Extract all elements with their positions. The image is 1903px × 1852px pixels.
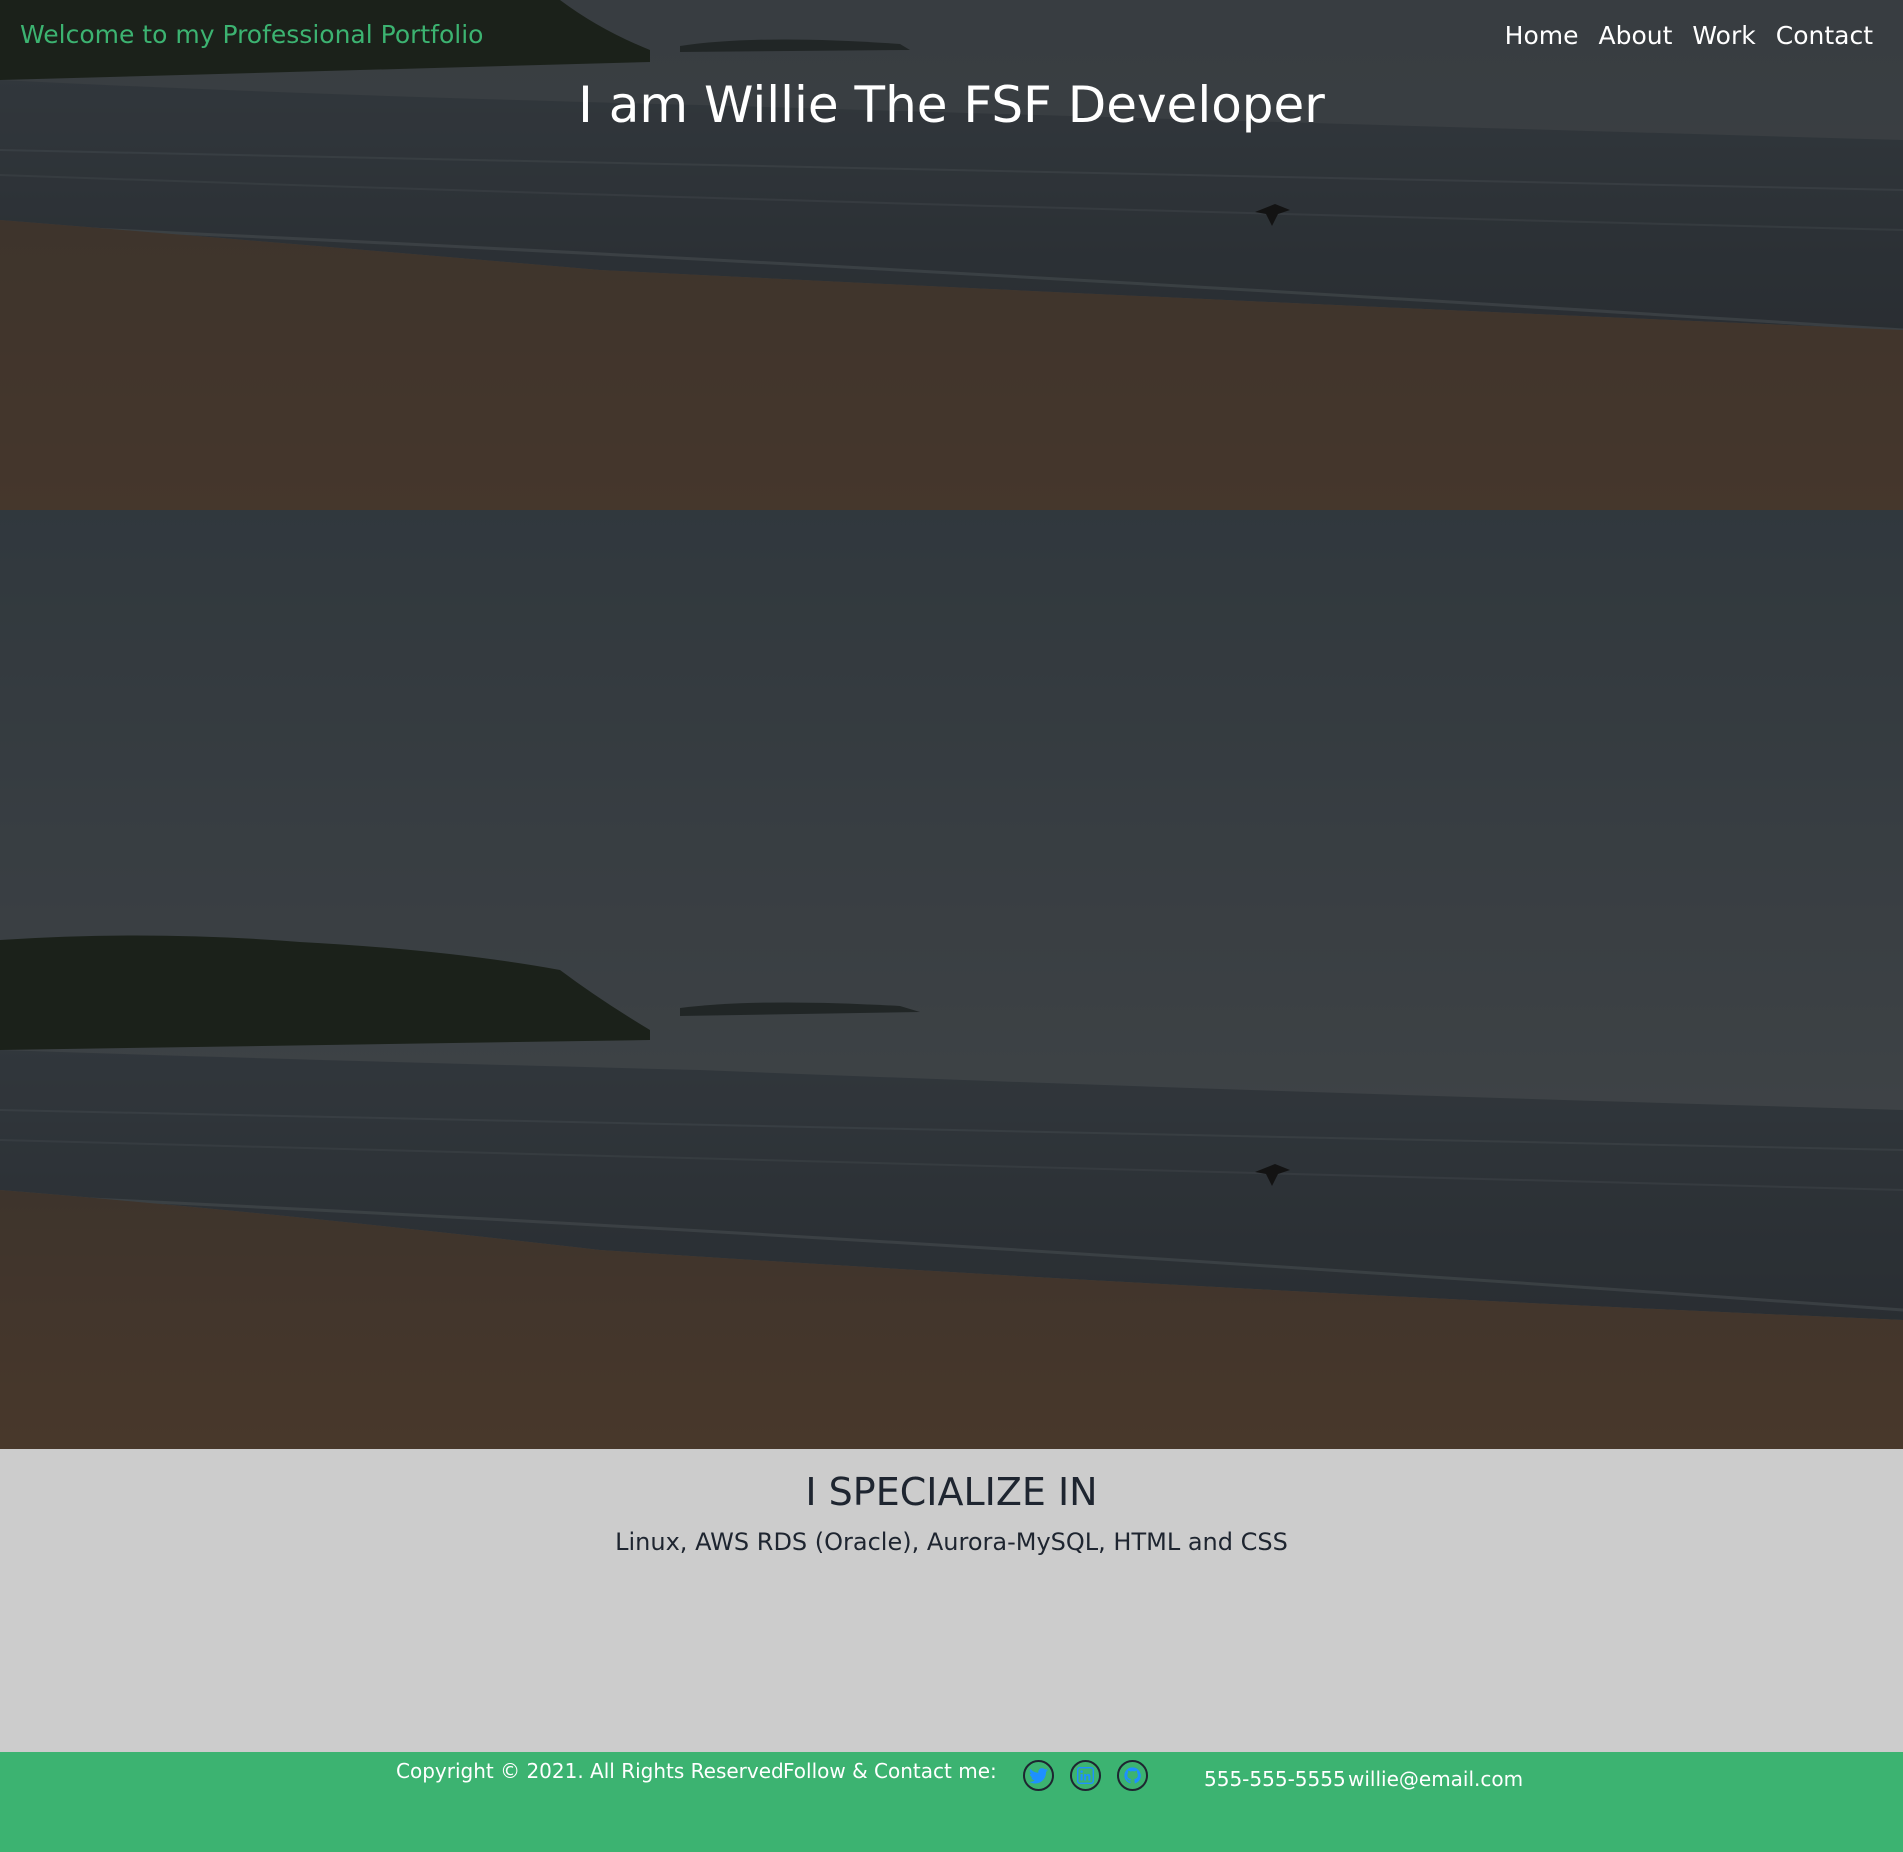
nav-home-link[interactable]: Home (1505, 21, 1579, 50)
site-brand-link[interactable]: Welcome to my Professional Portfolio (20, 20, 483, 49)
nav-about-link[interactable]: About (1599, 21, 1673, 50)
main-navigation: Home About Work Contact (1505, 21, 1873, 50)
site-footer: Copyright © 2021. All Rights Reserved Fo… (0, 1752, 1903, 1852)
nav-contact-link[interactable]: Contact (1776, 21, 1873, 50)
github-icon (1124, 1767, 1141, 1784)
hero-title: I am Willie The FSF Developer (578, 76, 1325, 134)
github-link[interactable] (1117, 1760, 1148, 1791)
phone-link[interactable]: 555-555-5555 (1204, 1767, 1346, 1791)
specialize-text: Linux, AWS RDS (Oracle), Aurora-MySQL, H… (615, 1528, 1288, 1556)
specialize-section: I SPECIALIZE IN Linux, AWS RDS (Oracle),… (0, 1449, 1903, 1752)
twitter-icon (1029, 1767, 1048, 1784)
social-links (1023, 1760, 1148, 1791)
copyright-text: Copyright © 2021. All Rights Reserved (396, 1759, 784, 1783)
follow-contact-label: Follow & Contact me: (783, 1759, 997, 1783)
portfolio-page: Welcome to my Professional Portfolio Hom… (0, 0, 1903, 1852)
section-background-image (0, 510, 1903, 1449)
twitter-link[interactable] (1023, 1760, 1054, 1791)
linkedin-link[interactable] (1070, 1760, 1101, 1791)
email-link[interactable]: willie@email.com (1348, 1767, 1523, 1791)
specialize-heading: I SPECIALIZE IN (805, 1470, 1098, 1514)
nav-work-link[interactable]: Work (1692, 21, 1755, 50)
linkedin-icon (1077, 1767, 1094, 1784)
